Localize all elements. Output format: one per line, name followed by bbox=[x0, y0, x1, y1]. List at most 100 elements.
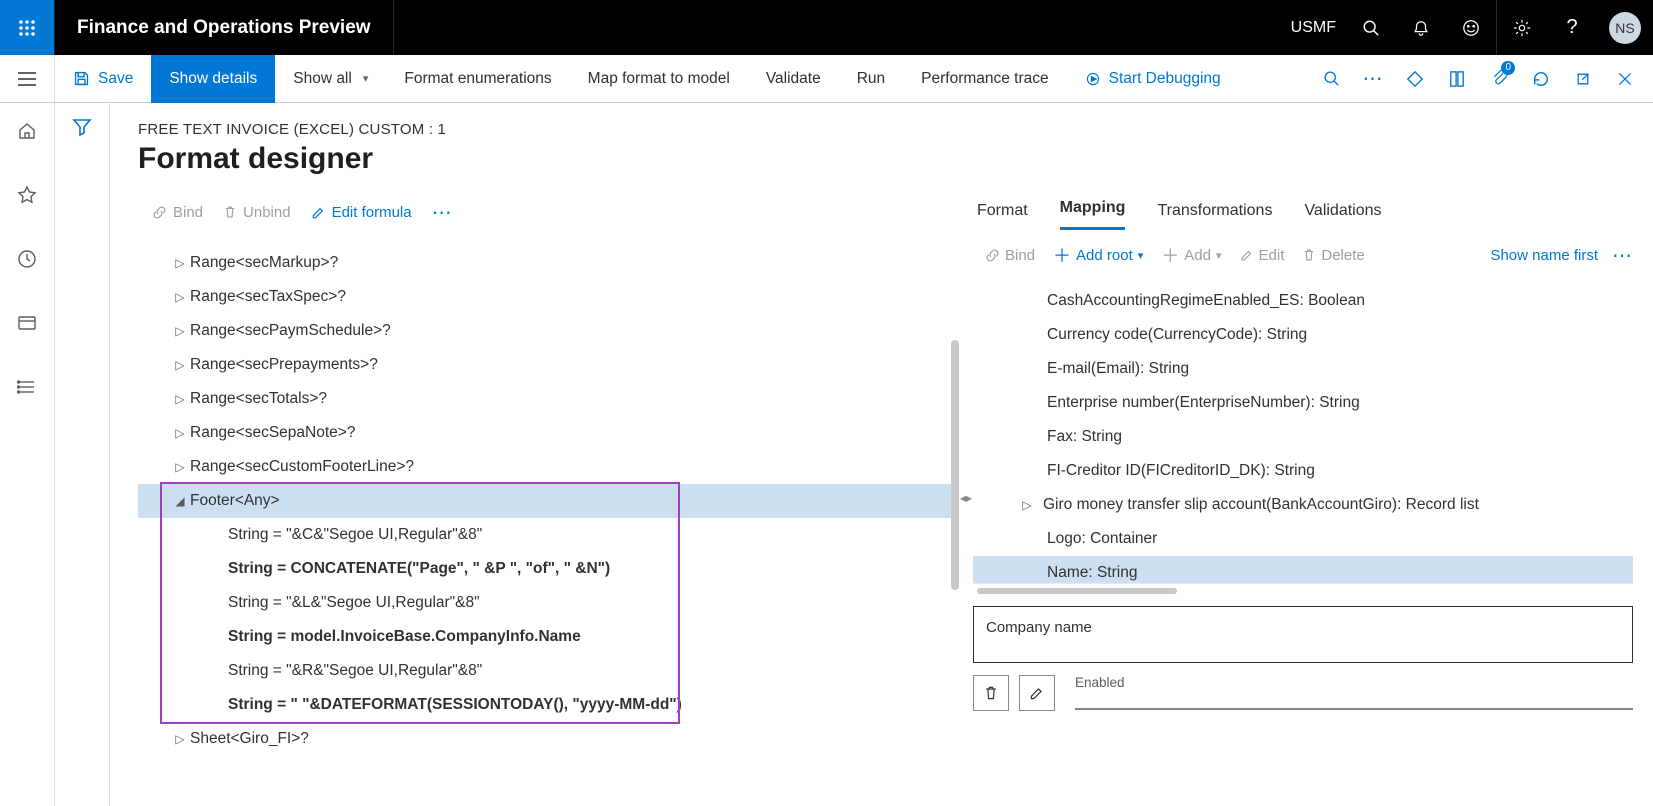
feedback-button[interactable] bbox=[1446, 0, 1496, 55]
model-row[interactable]: Logo: Container bbox=[973, 522, 1633, 556]
expand-toggle[interactable]: ▷ bbox=[170, 392, 190, 406]
modules-nav[interactable] bbox=[0, 367, 55, 407]
tree-row[interactable]: ◢Footer<Any> bbox=[138, 484, 953, 518]
model-row[interactable]: CashAccountingRegimeEnabled_ES: Boolean bbox=[973, 284, 1633, 318]
cmd-search-button[interactable] bbox=[1311, 55, 1351, 103]
show-all-button[interactable]: Show all▾ bbox=[275, 55, 386, 103]
tree-row[interactable]: ▷Range<secPrepayments>? bbox=[138, 348, 953, 382]
settings-button[interactable] bbox=[1497, 0, 1547, 55]
format-toolbar-overflow[interactable]: ⋯ bbox=[432, 200, 453, 225]
mapping-bind-button[interactable]: Bind bbox=[985, 247, 1035, 264]
tree-label: String = " "&DATEFORMAT(SESSIONTODAY(), … bbox=[228, 696, 682, 714]
model-row[interactable]: Enterprise number(EnterpriseNumber): Str… bbox=[973, 386, 1633, 420]
mapping-toolbar: Bind ＋ Add root ▾ ＋ Add ▾ Edit bbox=[973, 230, 1633, 280]
add-button[interactable]: ＋ Add ▾ bbox=[1161, 242, 1221, 268]
tree-row[interactable]: String = CONCATENATE("Page", " &P ", "of… bbox=[138, 552, 953, 586]
format-tree[interactable]: ▷Range<secMarkup>?▷Range<secTaxSpec>?▷Ra… bbox=[138, 236, 953, 806]
tree-row[interactable]: ▷Range<secTotals>? bbox=[138, 382, 953, 416]
detail-edit-button[interactable] bbox=[1019, 675, 1055, 711]
tree-row[interactable]: String = "&L&"Segoe UI,Regular"&8" bbox=[138, 586, 953, 620]
enabled-field[interactable] bbox=[1075, 708, 1633, 710]
user-avatar[interactable]: NS bbox=[1609, 12, 1641, 44]
debug-icon bbox=[1085, 71, 1101, 87]
pin-button[interactable] bbox=[1395, 55, 1435, 103]
page-icon bbox=[1449, 70, 1465, 88]
tree-row[interactable]: ▷Sheet<Giro_FI>? bbox=[138, 722, 953, 756]
expand-toggle[interactable]: ▷ bbox=[170, 426, 190, 440]
expand-toggle[interactable]: ▷ bbox=[170, 358, 190, 372]
tree-row[interactable]: String = "&C&"Segoe UI,Regular"&8" bbox=[138, 518, 953, 552]
format-enumerations-button[interactable]: Format enumerations bbox=[386, 55, 569, 103]
model-label: E-mail(Email): String bbox=[1047, 360, 1189, 378]
model-row[interactable]: Currency code(CurrencyCode): String bbox=[973, 318, 1633, 352]
expand-toggle[interactable]: ◢ bbox=[170, 494, 190, 508]
page-options-button[interactable] bbox=[1437, 55, 1477, 103]
description-field: Company name bbox=[973, 606, 1633, 663]
pane-splitter[interactable]: ◂▸ bbox=[959, 190, 973, 806]
edit-formula-button[interactable]: Edit formula bbox=[311, 204, 412, 221]
search-button[interactable] bbox=[1346, 0, 1396, 55]
tree-row[interactable]: ▷Range<secTaxSpec>? bbox=[138, 280, 953, 314]
model-row[interactable]: ▷Giro money transfer slip account(BankAc… bbox=[973, 488, 1633, 522]
chevron-down-icon: ▾ bbox=[1138, 249, 1144, 262]
refresh-button[interactable] bbox=[1521, 55, 1561, 103]
tree-row[interactable]: ▷Range<secMarkup>? bbox=[138, 246, 953, 280]
model-row[interactable]: Name: String bbox=[973, 556, 1633, 584]
tab-format[interactable]: Format bbox=[977, 202, 1028, 230]
expand-toggle[interactable]: ▷ bbox=[170, 732, 190, 746]
attachments-button[interactable]: 0 bbox=[1479, 55, 1519, 103]
search-icon bbox=[1323, 70, 1340, 87]
close-button[interactable] bbox=[1605, 55, 1645, 103]
performance-trace-button[interactable]: Performance trace bbox=[903, 55, 1067, 103]
run-button[interactable]: Run bbox=[839, 55, 903, 103]
tab-mapping[interactable]: Mapping bbox=[1060, 199, 1126, 230]
tree-row[interactable]: ▷Range<secSepaNote>? bbox=[138, 416, 953, 450]
unbind-button[interactable]: Unbind bbox=[223, 204, 291, 221]
tab-validations[interactable]: Validations bbox=[1304, 202, 1381, 230]
nav-toggle-button[interactable] bbox=[18, 72, 36, 86]
model-horiz-scrollbar[interactable] bbox=[977, 588, 1177, 594]
modules-icon bbox=[17, 377, 37, 397]
expand-toggle[interactable]: ▷ bbox=[170, 460, 190, 474]
model-row[interactable]: FI-Creditor ID(FICreditorID_DK): String bbox=[973, 454, 1633, 488]
mapping-overflow[interactable]: ⋯ bbox=[1612, 243, 1633, 268]
filter-button[interactable] bbox=[72, 117, 92, 806]
expand-toggle[interactable]: ▷ bbox=[170, 290, 190, 304]
workspaces-nav[interactable] bbox=[0, 303, 55, 343]
legal-entity[interactable]: USMF bbox=[1281, 19, 1346, 37]
home-nav[interactable] bbox=[0, 111, 55, 151]
tree-row[interactable]: String = " "&DATEFORMAT(SESSIONTODAY(), … bbox=[138, 688, 953, 722]
detail-delete-button[interactable] bbox=[973, 675, 1009, 711]
tree-row[interactable]: String = model.InvoiceBase.CompanyInfo.N… bbox=[138, 620, 953, 654]
app-launcher-button[interactable] bbox=[0, 0, 55, 55]
tree-row[interactable]: String = "&R&"Segoe UI,Regular"&8" bbox=[138, 654, 953, 688]
expand-toggle[interactable]: ▷ bbox=[1011, 498, 1043, 512]
bind-button[interactable]: Bind bbox=[152, 204, 203, 221]
add-root-button[interactable]: ＋ Add root ▾ bbox=[1053, 242, 1143, 268]
delete-button[interactable]: Delete bbox=[1302, 247, 1364, 264]
edit-button[interactable]: Edit bbox=[1240, 247, 1285, 264]
expand-toggle[interactable]: ▷ bbox=[170, 256, 190, 270]
help-button[interactable]: ? bbox=[1547, 0, 1597, 55]
tree-row[interactable]: ▷Range<secPaymSchedule>? bbox=[138, 314, 953, 348]
model-row[interactable]: Fax: String bbox=[973, 420, 1633, 454]
model-row[interactable]: E-mail(Email): String bbox=[973, 352, 1633, 386]
model-tree[interactable]: CashAccountingRegimeEnabled_ES: BooleanC… bbox=[973, 284, 1633, 584]
show-name-first-button[interactable]: Show name first bbox=[1490, 247, 1598, 264]
overflow-button[interactable]: ⋯ bbox=[1353, 55, 1393, 103]
show-details-button[interactable]: Show details bbox=[151, 55, 275, 103]
tab-transformations[interactable]: Transformations bbox=[1157, 202, 1272, 230]
tree-row[interactable]: ▷Range<secCustomFooterLine>? bbox=[138, 450, 953, 484]
recent-nav[interactable] bbox=[0, 239, 55, 279]
start-debugging-button[interactable]: Start Debugging bbox=[1067, 55, 1239, 103]
expand-toggle[interactable]: ▷ bbox=[170, 324, 190, 338]
save-button[interactable]: Save bbox=[55, 55, 151, 103]
favorites-nav[interactable] bbox=[0, 175, 55, 215]
validate-button[interactable]: Validate bbox=[748, 55, 839, 103]
map-format-button[interactable]: Map format to model bbox=[570, 55, 748, 103]
refresh-icon bbox=[1532, 70, 1550, 88]
tree-label: Range<secSepaNote>? bbox=[190, 424, 355, 442]
notifications-button[interactable] bbox=[1396, 0, 1446, 55]
tree-scrollbar[interactable] bbox=[951, 340, 959, 590]
popout-button[interactable] bbox=[1563, 55, 1603, 103]
